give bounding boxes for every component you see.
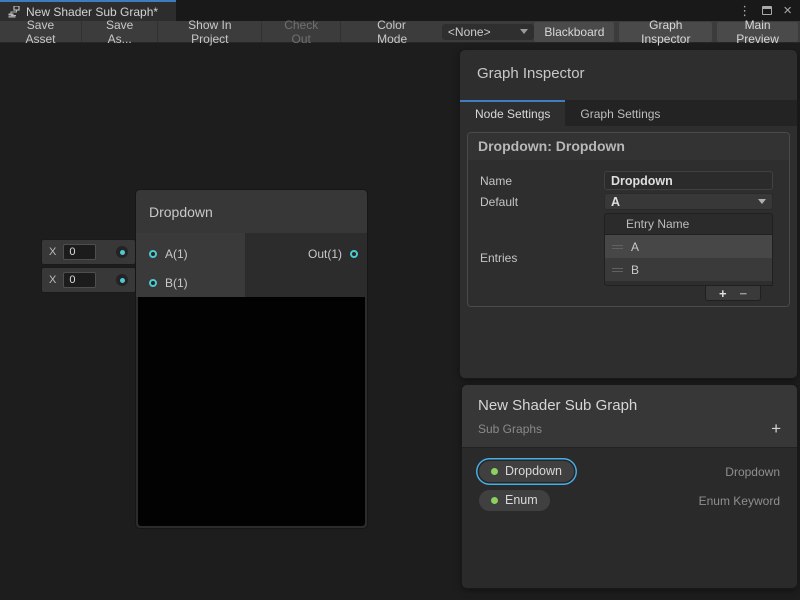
entry-name: A bbox=[631, 240, 639, 254]
chevron-down-icon bbox=[520, 29, 528, 34]
output-port-label: Out(1) bbox=[308, 247, 342, 261]
value-field-a[interactable]: 0 bbox=[63, 244, 96, 260]
input-port-a-icon[interactable] bbox=[149, 250, 157, 258]
port-value-widget-a[interactable]: X 0 bbox=[42, 240, 135, 264]
input-port-b-icon[interactable] bbox=[149, 279, 157, 287]
save-as-button[interactable]: Save As... bbox=[82, 21, 158, 42]
output-port-row: Out(1) bbox=[245, 239, 367, 268]
entries-list-container: Entry Name A B bbox=[604, 213, 773, 301]
add-entry-button[interactable]: + bbox=[719, 287, 727, 300]
name-row: Name Dropdown bbox=[480, 171, 773, 190]
default-dropdown-value: A bbox=[611, 195, 620, 209]
settings-box-title: Dropdown: Dropdown bbox=[468, 133, 789, 160]
blackboard-subrow: Sub Graphs + bbox=[478, 420, 781, 437]
name-label: Name bbox=[480, 174, 604, 188]
blackboard-body: Dropdown Dropdown Enum Enum Keyword bbox=[462, 448, 797, 588]
blackboard-header: New Shader Sub Graph Sub Graphs + bbox=[462, 385, 797, 448]
input-port-row-b: B(1) bbox=[136, 268, 245, 297]
drag-handle-icon[interactable] bbox=[612, 268, 623, 272]
axis-label: X bbox=[49, 274, 56, 286]
check-out-button: Check Out bbox=[262, 21, 341, 42]
dropdown-settings-box: Dropdown: Dropdown Name Dropdown Default… bbox=[467, 132, 790, 307]
tab-node-settings[interactable]: Node Settings bbox=[460, 100, 565, 126]
add-property-button[interactable]: + bbox=[771, 420, 781, 437]
entries-row: Entries Entry Name A B bbox=[480, 213, 773, 301]
entry-row-b[interactable]: B bbox=[605, 258, 772, 281]
blackboard-item-enum: Enum Enum Keyword bbox=[479, 489, 780, 512]
blackboard-toggle-button[interactable]: Blackboard bbox=[534, 22, 614, 42]
property-type-label: Enum Keyword bbox=[699, 494, 780, 508]
node-title[interactable]: Dropdown bbox=[136, 190, 367, 233]
connector-dot-icon bbox=[116, 274, 128, 286]
connector-dot-icon bbox=[116, 246, 128, 258]
blackboard-title: New Shader Sub Graph bbox=[478, 397, 781, 414]
settings-box-body: Name Dropdown Default A Entries bbox=[468, 160, 789, 306]
node-preview-frame bbox=[136, 297, 367, 528]
color-mode-value: <None> bbox=[448, 25, 491, 39]
show-in-project-button[interactable]: Show In Project bbox=[158, 21, 262, 42]
drag-handle-icon[interactable] bbox=[612, 245, 623, 249]
chevron-down-icon bbox=[758, 199, 766, 204]
input-port-b-label: B(1) bbox=[165, 276, 188, 290]
node-input-section: A(1) B(1) bbox=[136, 233, 245, 297]
save-asset-button[interactable]: Save Asset bbox=[0, 21, 82, 42]
toolbar-toggles: Blackboard Graph Inspector Main Preview bbox=[534, 22, 798, 42]
blackboard-item-dropdown: Dropdown Dropdown bbox=[479, 460, 780, 483]
remove-entry-button[interactable]: − bbox=[739, 287, 747, 300]
input-port-a-label: A(1) bbox=[165, 247, 188, 261]
node-preview bbox=[138, 297, 365, 526]
axis-label: X bbox=[49, 246, 56, 258]
blackboard-subtitle: Sub Graphs bbox=[478, 422, 542, 436]
entry-name: B bbox=[631, 263, 639, 277]
color-mode-label: Color Mode bbox=[377, 18, 434, 46]
default-label: Default bbox=[480, 195, 604, 209]
entries-list: Entry Name A B bbox=[604, 213, 773, 286]
property-pill-dropdown[interactable]: Dropdown bbox=[479, 461, 574, 482]
output-port-icon[interactable] bbox=[350, 250, 358, 258]
input-port-row-a: A(1) bbox=[136, 239, 245, 268]
blackboard-panel: New Shader Sub Graph Sub Graphs + Dropdo… bbox=[462, 385, 797, 588]
property-pill-label: Enum bbox=[505, 493, 538, 507]
inspector-content: Dropdown: Dropdown Name Dropdown Default… bbox=[460, 126, 797, 378]
shader-graph-window: New Shader Sub Graph* ⋮ × Save Asset Sav… bbox=[0, 0, 800, 600]
entries-list-footer: + − bbox=[705, 286, 761, 301]
node-output-section: Out(1) bbox=[245, 233, 367, 297]
color-mode-dropdown[interactable]: <None> bbox=[442, 24, 535, 40]
tab-graph-settings[interactable]: Graph Settings bbox=[565, 100, 675, 126]
port-value-widget-b[interactable]: X 0 bbox=[42, 268, 135, 292]
window-maximize-icon[interactable] bbox=[762, 6, 772, 15]
graph-inspector-toggle-button[interactable]: Graph Inspector bbox=[619, 22, 712, 42]
window-menu-icon[interactable]: ⋮ bbox=[738, 4, 751, 17]
graph-toolbar: Save Asset Save As... Show In Project Ch… bbox=[0, 21, 800, 43]
default-dropdown[interactable]: A bbox=[604, 193, 773, 210]
document-tab-title: New Shader Sub Graph* bbox=[26, 5, 158, 19]
shader-graph-icon bbox=[8, 6, 20, 18]
property-type-label: Dropdown bbox=[725, 465, 780, 479]
main-preview-toggle-button[interactable]: Main Preview bbox=[717, 22, 798, 42]
graph-inspector-panel: Graph Inspector Node Settings Graph Sett… bbox=[460, 50, 797, 378]
node-dropdown[interactable]: Dropdown A(1) B(1) Out(1) bbox=[136, 190, 367, 528]
property-dot-icon bbox=[491, 468, 498, 475]
property-dot-icon bbox=[491, 497, 498, 504]
entries-label: Entries bbox=[480, 213, 604, 265]
property-pill-label: Dropdown bbox=[505, 464, 562, 478]
window-close-icon[interactable]: × bbox=[783, 3, 792, 18]
inspector-tabs: Node Settings Graph Settings bbox=[460, 100, 797, 126]
name-input[interactable]: Dropdown bbox=[604, 171, 773, 190]
property-pill-enum[interactable]: Enum bbox=[479, 490, 550, 511]
node-ports: A(1) B(1) Out(1) bbox=[136, 233, 367, 297]
entry-row-a[interactable]: A bbox=[605, 235, 772, 258]
value-field-b[interactable]: 0 bbox=[63, 272, 96, 288]
inspector-title: Graph Inspector bbox=[460, 50, 797, 100]
entries-list-padding bbox=[605, 281, 772, 285]
entries-list-header: Entry Name bbox=[605, 214, 772, 235]
default-row: Default A bbox=[480, 193, 773, 210]
